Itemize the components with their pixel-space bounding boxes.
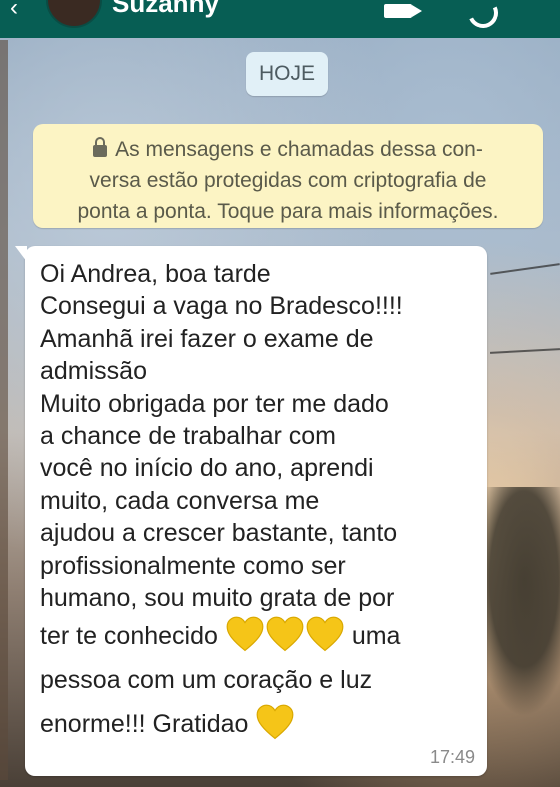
message-text: uma <box>351 622 401 651</box>
lock-icon <box>93 137 108 157</box>
message-timestamp: 17:49 <box>429 747 475 767</box>
back-arrow-icon[interactable]: ‹ <box>10 0 18 22</box>
encryption-line: As mensagens e chamadas dessa con- <box>47 134 529 165</box>
message-line: pessoa com um coração e luz <box>40 666 373 695</box>
encryption-text: ponta a ponta. Toque para mais informaçõ… <box>77 200 499 223</box>
message-line: Amanhã irei fazer o exame de <box>40 324 374 353</box>
video-call-icon[interactable] <box>384 4 422 18</box>
yellow-heart-icon <box>256 705 294 740</box>
phone-call-icon[interactable] <box>463 0 503 33</box>
message-line: Muito obrigada por ter me dado <box>40 389 389 418</box>
message-line: Oi Andrea, boa tarde <box>40 260 271 288</box>
message-line: Consegui a vaga no Bradesco!!!! <box>40 292 403 321</box>
message-line: profissionalmente como ser <box>40 551 346 580</box>
message-line: você no início do ano, aprendi <box>40 454 374 483</box>
message-text: enorme!!! Gratidao <box>40 710 249 739</box>
encryption-notice[interactable]: As mensagens e chamadas dessa con- versa… <box>33 124 543 228</box>
yellow-heart-icon <box>226 617 264 652</box>
wallpaper-edge <box>0 40 8 780</box>
encryption-text: As mensagens e chamadas dessa con- <box>115 138 483 161</box>
chat-header: ‹ Suzanny <box>0 0 560 38</box>
avatar[interactable] <box>46 0 102 28</box>
date-chip: HOJE <box>246 52 328 96</box>
message-bubble[interactable]: Oi Andrea, boa tarde Consegui a vaga no … <box>15 246 487 776</box>
message-line: a chance de trabalhar com <box>40 422 337 451</box>
message-line: ajudou a crescer bastante, tanto <box>40 519 398 548</box>
message-line: muito, cada conversa me <box>40 486 320 515</box>
message-line-last: enorme!!! Gratidao <box>40 702 473 746</box>
message-text: ter te conhecido <box>40 622 218 651</box>
yellow-heart-icon <box>266 617 304 652</box>
message-line: humano, sou muito grata de por <box>40 584 395 613</box>
contact-name[interactable]: Suzanny <box>112 0 219 19</box>
bubble-tail <box>15 246 27 262</box>
message-line: admissão <box>40 357 147 386</box>
message-line-with-hearts: ter te conhecido uma <box>40 614 473 658</box>
yellow-heart-icon <box>306 617 344 652</box>
encryption-text: versa estão protegidas com criptografia … <box>89 169 487 192</box>
